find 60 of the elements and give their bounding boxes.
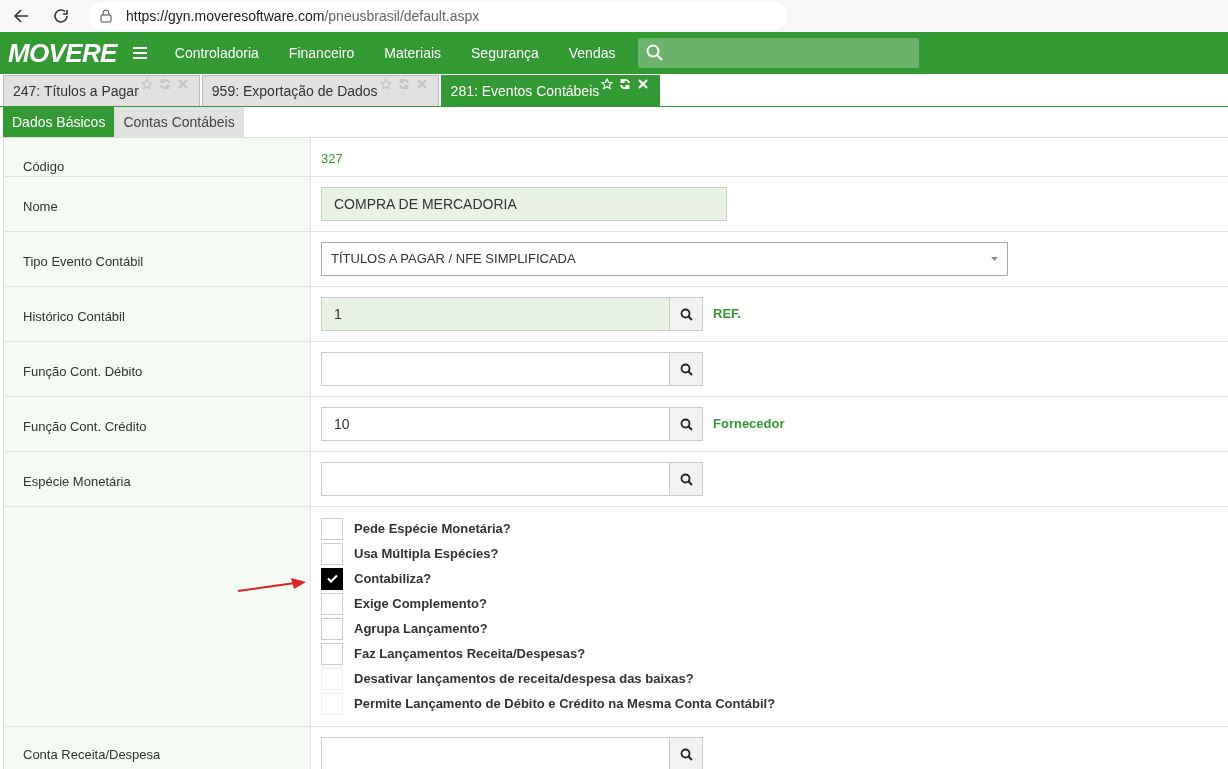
search-field[interactable] [638, 38, 920, 68]
select-field[interactable]: TÍTULOS A PAGAR / NFE SIMPLIFICADA [321, 242, 1008, 276]
input-field[interactable] [321, 737, 670, 769]
search-button[interactable] [670, 297, 703, 331]
star-icon[interactable] [140, 78, 153, 90]
search-button[interactable] [670, 462, 703, 496]
reference-text: REF. [713, 305, 742, 324]
field-label: Histórico Contábil [23, 309, 125, 324]
checkbox-label: Usa Múltipla Espécies? [354, 544, 499, 563]
star-icon[interactable] [379, 78, 392, 90]
search-button[interactable] [670, 737, 703, 769]
checkbox-label: Faz Lançamentos Receita/Despesas? [354, 644, 586, 663]
search-icon [679, 472, 693, 486]
url-text: https://gyn.moveresoftware.com/pneusbrasil/default.aspx [126, 6, 480, 26]
menu-link[interactable]: Materiais [369, 42, 457, 64]
caret-icon [991, 257, 998, 261]
field-label: Tipo Evento Contábil [23, 254, 144, 269]
checkbox-label: Agrupa Lançamento? [354, 619, 488, 638]
address-bar[interactable]: https://gyn.moveresoftware.com/pneusbrasil/default.aspx [88, 2, 788, 30]
search-icon [679, 362, 693, 376]
checkbox-label: Pede Espécie Monetária? [354, 519, 511, 538]
field-label: Função Cont. Débito [23, 364, 143, 379]
input-field[interactable] [321, 352, 670, 386]
checkbox-label: Permite Lançamento de Débito e Crédito na Mesma Conta Contábil? [354, 694, 776, 713]
search-button[interactable] [670, 407, 703, 441]
search-icon [679, 747, 693, 761]
input-field[interactable]: 10 [321, 407, 670, 441]
field-label: Espécie Monetária [23, 474, 131, 489]
field-label: Conta Receita/Despesa [23, 747, 161, 762]
tab[interactable]: 959: Exportação de Dados [201, 75, 439, 106]
logo: MOVERE [8, 36, 117, 70]
field-label: Função Cont. Crédito [23, 419, 147, 434]
subtab[interactable]: Dados Básicos [3, 107, 115, 137]
search-icon [646, 44, 665, 62]
menu-link[interactable]: Vendas [553, 42, 631, 64]
checkbox-label: Desativar lançamentos de receita/despesa das baixas? [354, 669, 694, 688]
tab[interactable]: 247: Títulos a Pagar [3, 75, 200, 106]
back-icon[interactable] [12, 7, 30, 25]
checkbox-label: Exige Complemento? [354, 594, 487, 613]
input-field[interactable]: COMPRA DE MERCADORIA [321, 187, 727, 221]
reload-icon[interactable] [52, 7, 70, 25]
checkbox-label: Contabiliza? [354, 569, 432, 588]
code-value: 327 [321, 150, 343, 168]
input-field[interactable] [321, 462, 670, 496]
subtab[interactable]: Contas Contábeis [114, 107, 244, 137]
reference-text: Fornecedor [713, 415, 785, 434]
search-icon [679, 307, 693, 321]
field-label: Código [23, 159, 65, 174]
menu-icon[interactable] [132, 47, 147, 59]
search-icon [679, 417, 693, 431]
input-field[interactable]: 1 [321, 297, 670, 331]
menu-link[interactable]: Financeiro [273, 42, 370, 64]
field-label: Nome [23, 199, 58, 214]
checkbox[interactable] [321, 567, 343, 590]
search-button[interactable] [670, 352, 703, 386]
menu-link[interactable]: Controladoria [159, 42, 274, 64]
menu-link[interactable]: Segurança [456, 42, 554, 64]
annotation-arrow [237, 578, 307, 594]
checkmark-icon [326, 574, 338, 583]
lock-icon [100, 9, 112, 23]
